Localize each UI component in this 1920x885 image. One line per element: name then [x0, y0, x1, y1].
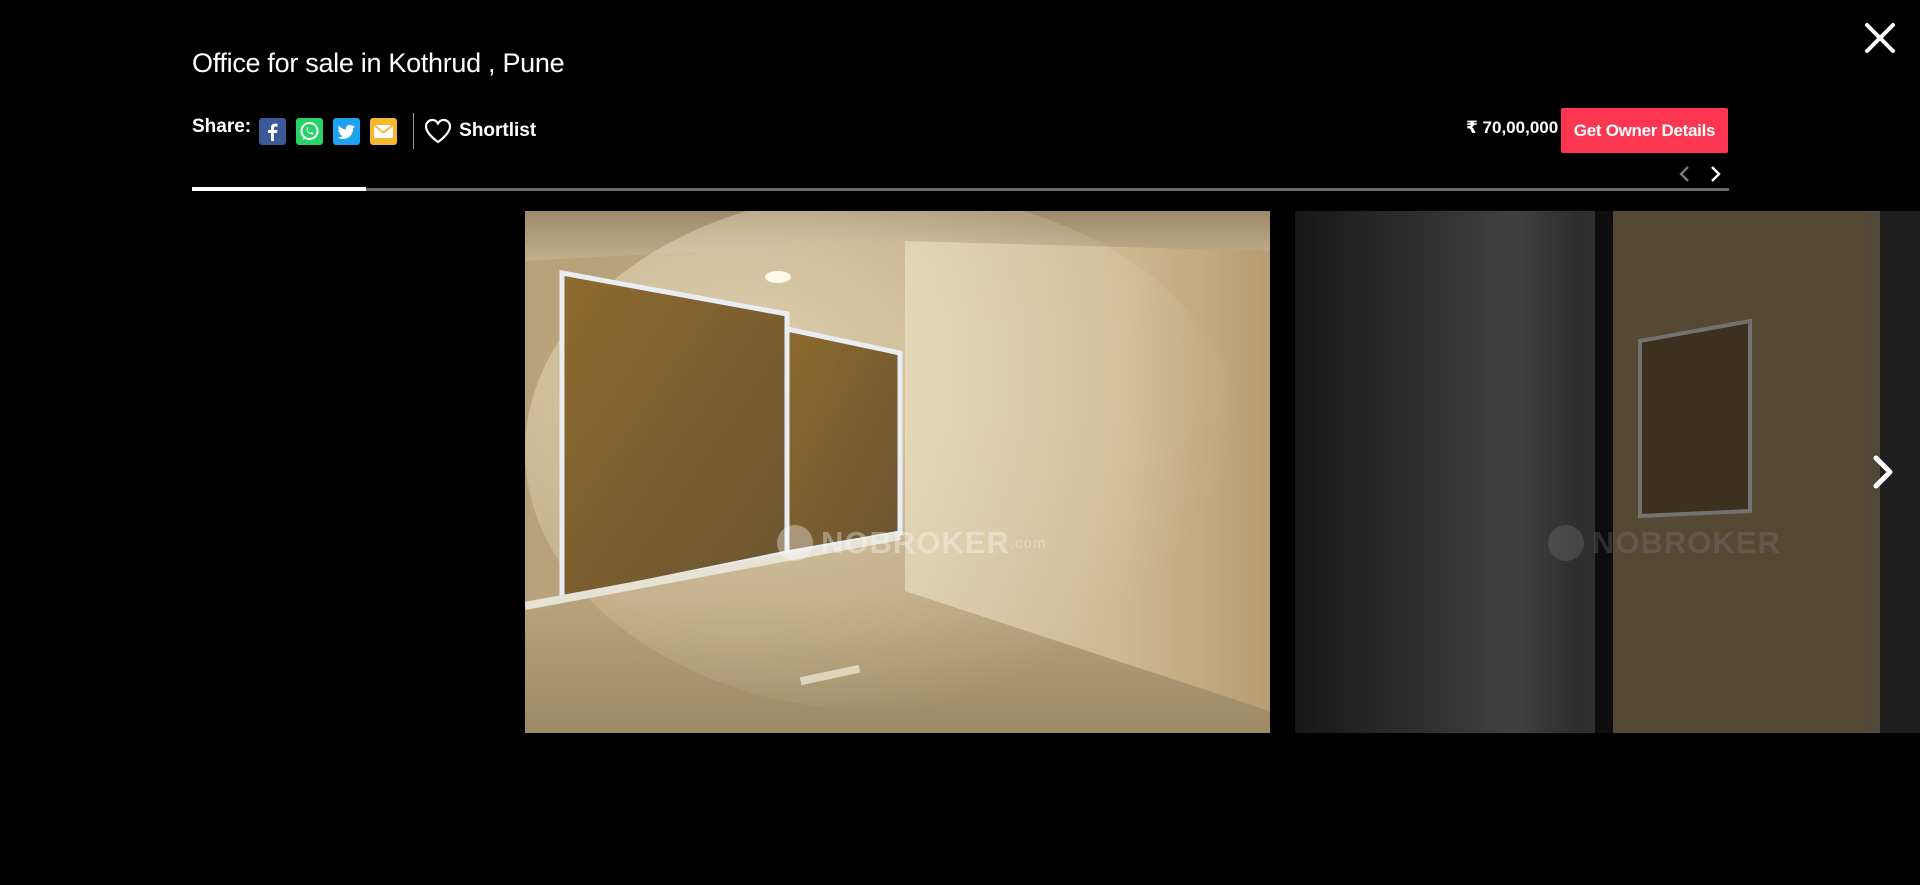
gallery-photo-current[interactable]: NOBROKER .com	[525, 211, 1270, 733]
office-room-photo	[525, 211, 1270, 733]
chevron-right-icon[interactable]	[1704, 163, 1726, 185]
chevron-left-icon[interactable]	[1674, 163, 1696, 185]
gallery-progress-fill	[192, 187, 366, 191]
page-title: Office for sale in Kothrud , Pune	[192, 48, 565, 78]
gallery-progress-bar	[192, 187, 1729, 191]
watermark: NOBROKER	[1548, 525, 1781, 561]
twitter-icon[interactable]	[333, 117, 361, 145]
share-label: Share:	[192, 116, 252, 137]
price-label: ₹ 70,00,000	[1466, 118, 1559, 137]
close-icon[interactable]	[1862, 20, 1898, 56]
shortlist-label: Shortlist	[459, 120, 537, 141]
facebook-icon[interactable]	[259, 117, 287, 145]
email-icon[interactable]	[370, 117, 398, 145]
nobroker-logo-icon	[777, 525, 813, 561]
shortlist-button[interactable]: Shortlist	[423, 117, 536, 145]
share-bar: Share: Shortlist	[192, 113, 536, 149]
watermark: NOBROKER .com	[777, 525, 1046, 561]
office-corridor-photo	[1295, 211, 1920, 733]
gallery-photo-next[interactable]: NOBROKER	[1295, 211, 1920, 733]
next-photo-arrow-icon[interactable]	[1868, 450, 1898, 494]
whatsapp-icon[interactable]	[296, 117, 324, 145]
get-owner-details-button[interactable]: Get Owner Details	[1561, 108, 1728, 153]
divider	[413, 113, 415, 149]
heart-icon	[425, 118, 452, 144]
nobroker-logo-icon	[1548, 525, 1584, 561]
photo-gallery-modal: Office for sale in Kothrud , Pune Share:	[0, 0, 1920, 885]
